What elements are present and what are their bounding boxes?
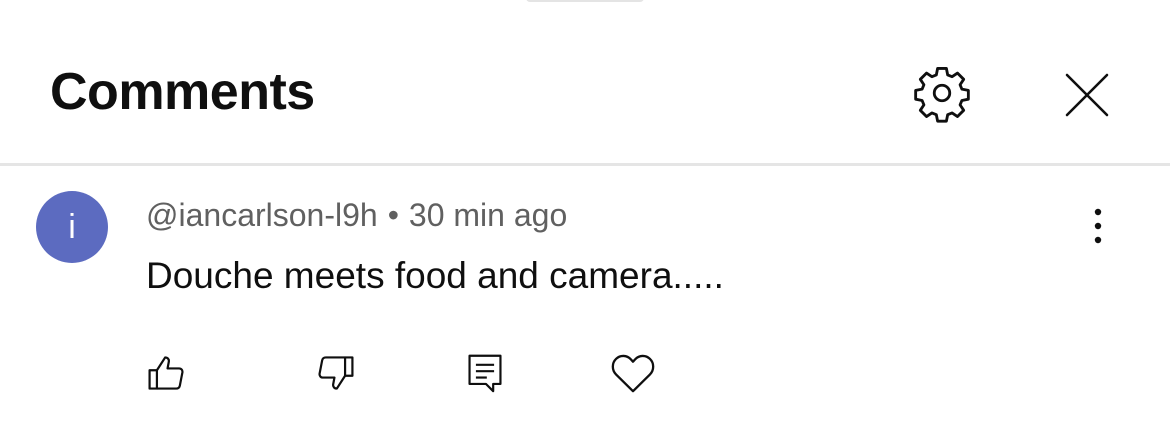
dislike-button[interactable] (308, 346, 362, 400)
thumbs-down-icon (313, 351, 357, 395)
gear-icon (911, 62, 973, 124)
comments-sheet: Comments i @iancarlson-l9h • 30 min ago … (0, 0, 1170, 428)
comment-author[interactable]: @iancarlson-l9h (146, 197, 378, 233)
more-vert-icon (1092, 207, 1104, 245)
thumbs-up-icon (145, 351, 189, 395)
comments-header: Comments (0, 0, 1170, 163)
heart-button[interactable] (606, 346, 660, 400)
close-icon (1063, 71, 1111, 119)
reply-button[interactable] (458, 346, 512, 400)
meta-separator: • (387, 197, 399, 233)
settings-button[interactable] (906, 60, 978, 126)
page-title: Comments (50, 63, 315, 121)
comment-reply-icon (465, 351, 505, 395)
comment-meta: @iancarlson-l9h • 30 min ago (146, 196, 567, 234)
avatar-letter: i (68, 207, 76, 246)
avatar[interactable]: i (36, 191, 108, 263)
close-button[interactable] (1054, 62, 1120, 128)
more-options-button[interactable] (1076, 204, 1120, 248)
heart-icon (610, 351, 656, 395)
like-button[interactable] (140, 346, 194, 400)
comment-text: Douche meets food and camera..... (146, 255, 724, 296)
comment-time: 30 min ago (408, 197, 568, 233)
header-divider (0, 163, 1170, 166)
